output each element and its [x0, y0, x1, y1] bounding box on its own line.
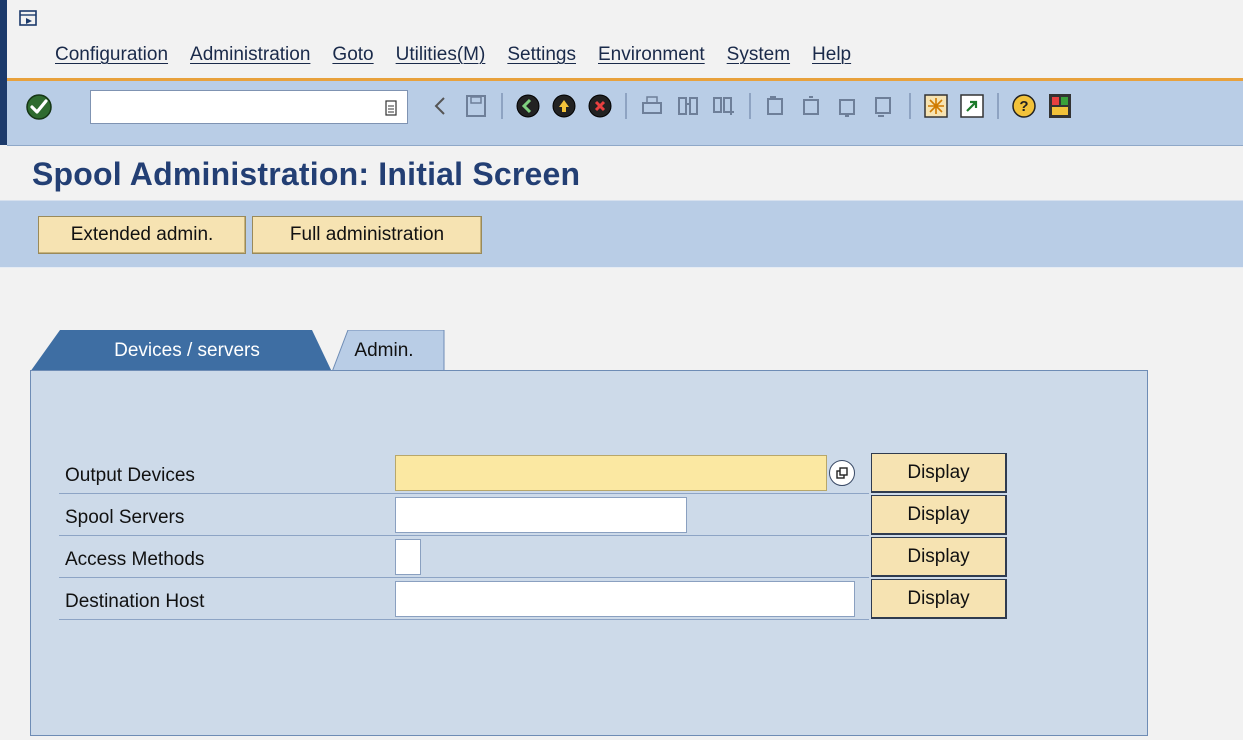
menu-system[interactable]: System — [727, 44, 790, 66]
access-methods-label: Access Methods — [65, 549, 205, 570]
value-help-icon[interactable] — [829, 460, 855, 486]
access-methods-display-button[interactable]: Display — [871, 537, 1007, 577]
command-history-icon[interactable] — [385, 100, 397, 116]
cancel-icon[interactable] — [585, 91, 615, 121]
toolbar-separator — [625, 93, 627, 119]
menu-administration[interactable]: Administration — [190, 44, 310, 66]
row-underline — [59, 577, 869, 578]
page-title: Spool Administration: Initial Screen — [32, 156, 581, 192]
first-page-icon[interactable] — [761, 91, 791, 121]
spool-servers-display-button[interactable]: Display — [871, 495, 1007, 535]
application-toolbar: Extended admin. Full administration — [0, 200, 1243, 268]
menu-bar: Configuration Administration Goto Utilit… — [7, 0, 1243, 81]
menu-goto[interactable]: Goto — [332, 44, 373, 66]
spool-servers-input[interactable] — [395, 497, 687, 533]
exit-icon[interactable] — [549, 91, 579, 121]
save-icon[interactable] — [461, 91, 491, 121]
output-devices-display-button[interactable]: Display — [871, 453, 1007, 493]
output-devices-input[interactable] — [395, 455, 827, 491]
help-icon[interactable]: ? — [1009, 91, 1039, 121]
system-menu-icon[interactable] — [19, 10, 37, 26]
menu-environment[interactable]: Environment — [598, 44, 705, 66]
full-administration-button[interactable]: Full administration — [252, 216, 482, 254]
window-frame-accent — [0, 0, 7, 145]
toolbar-separator — [749, 93, 751, 119]
toolbar-separator — [997, 93, 999, 119]
destination-host-label: Destination Host — [65, 591, 205, 612]
tab-admin[interactable]: Admin. — [330, 330, 438, 372]
row-underline — [59, 493, 869, 494]
enter-icon[interactable] — [25, 93, 53, 121]
tab-devices-servers[interactable]: Devices / servers — [56, 330, 318, 372]
menu-settings[interactable]: Settings — [507, 44, 576, 66]
row-underline — [59, 619, 869, 620]
toolbar-separator — [909, 93, 911, 119]
destination-host-display-button[interactable]: Display — [871, 579, 1007, 619]
menu-configuration[interactable]: Configuration — [55, 44, 168, 66]
command-field[interactable] — [90, 90, 408, 124]
destination-host-input[interactable] — [395, 581, 855, 617]
previous-page-icon[interactable] — [797, 91, 827, 121]
print-icon[interactable] — [637, 91, 667, 121]
last-page-icon[interactable] — [869, 91, 899, 121]
access-methods-input[interactable] — [395, 539, 421, 575]
find-next-icon[interactable] — [709, 91, 739, 121]
create-session-icon[interactable] — [921, 91, 951, 121]
standard-toolbar: ? — [7, 81, 1243, 146]
menu-help[interactable]: Help — [812, 44, 851, 66]
shortcut-icon[interactable] — [957, 91, 987, 121]
output-devices-label: Output Devices — [65, 465, 195, 486]
extended-admin-button[interactable]: Extended admin. — [38, 216, 246, 254]
back-arrow-icon[interactable] — [425, 91, 455, 121]
find-icon[interactable] — [673, 91, 703, 121]
toolbar-separator — [501, 93, 503, 119]
svg-text:?: ? — [1019, 98, 1028, 115]
tab-panel: Output Devices Display Spool Servers Dis… — [30, 370, 1148, 736]
customize-layout-icon[interactable] — [1045, 91, 1075, 121]
row-underline — [59, 535, 869, 536]
menu-utilities[interactable]: Utilities(M) — [396, 44, 486, 66]
next-page-icon[interactable] — [833, 91, 863, 121]
spool-servers-label: Spool Servers — [65, 507, 185, 528]
back-icon[interactable] — [513, 91, 543, 121]
